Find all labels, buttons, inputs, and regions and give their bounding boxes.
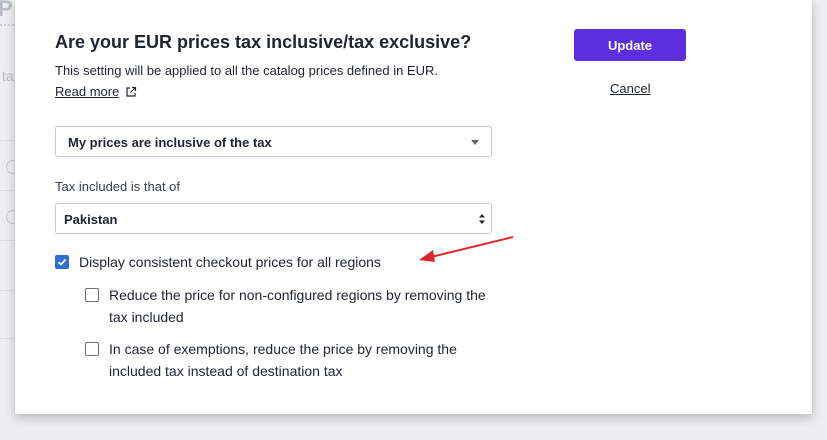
background-page-title: P — [0, 0, 13, 21]
background-text-fragment: ta — [2, 68, 14, 84]
background-dotted-underline — [0, 24, 14, 26]
background-divider — [0, 338, 14, 339]
background-divider — [0, 290, 14, 291]
annotation-arrow — [419, 236, 514, 262]
background-divider — [0, 190, 14, 191]
background-divider — [0, 240, 14, 241]
background-divider — [0, 140, 14, 141]
tax-settings-dialog: Are your EUR prices tax inclusive/tax ex… — [15, 0, 812, 414]
